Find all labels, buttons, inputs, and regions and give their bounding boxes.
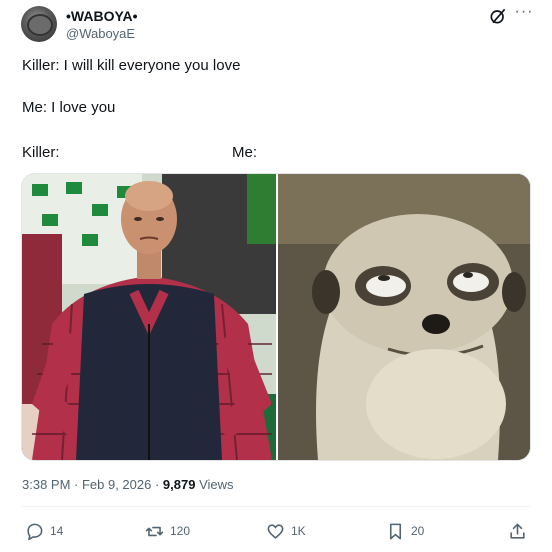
tweet-line-2: Me: I love you — [22, 99, 116, 116]
reply-icon — [27, 523, 43, 540]
like-button[interactable]: 1K — [266, 521, 306, 541]
tweet-line-4: Me: — [232, 144, 258, 161]
tweet-meta: 3:38 PM · Feb 9, 2026 · 9,879 Views — [22, 477, 234, 492]
tweet-line-3: Killer: — [22, 144, 60, 161]
heart-icon — [267, 523, 284, 539]
grok-icon[interactable] — [488, 6, 508, 26]
retweet-count: 120 — [170, 524, 191, 538]
avatar[interactable] — [21, 6, 57, 42]
more-icon[interactable]: ··· — [514, 4, 534, 24]
views-label: Views — [195, 477, 234, 492]
retweet-icon — [145, 526, 164, 536]
tweet-line-1: Killer: I will kill everyone you love — [22, 57, 241, 74]
reply-count: 14 — [50, 524, 64, 538]
retweet-button[interactable]: 120 — [145, 521, 190, 541]
timestamp[interactable]: 3:38 PM · Feb 9, 2026 · — [22, 477, 163, 492]
bookmark-icon — [389, 523, 402, 539]
meerkat-photo[interactable] — [278, 174, 530, 460]
handle[interactable]: @WaboyaE — [66, 26, 135, 41]
tweet-media[interactable] — [21, 173, 531, 461]
views-count: 9,879 — [162, 477, 196, 492]
bookmark-count: 20 — [411, 524, 425, 538]
reply-button[interactable]: 14 — [25, 521, 63, 541]
share-icon — [510, 523, 525, 539]
like-count: 1K — [291, 524, 306, 538]
share-button[interactable] — [508, 521, 533, 541]
disappointed-man-photo[interactable] — [22, 174, 276, 460]
display-name[interactable]: •WABOYA• — [66, 8, 138, 24]
bookmark-button[interactable]: 20 — [386, 521, 424, 541]
divider — [22, 506, 530, 507]
